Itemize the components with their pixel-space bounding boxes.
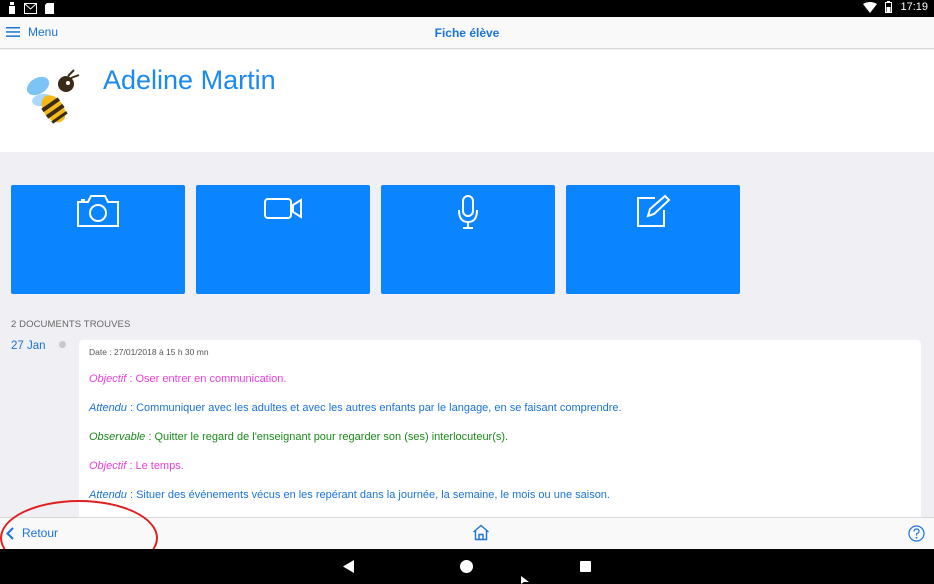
timeline-date-label: 27 Jan (11, 340, 46, 352)
photo-capture-button[interactable] (11, 185, 185, 294)
android-home-icon[interactable] (460, 560, 473, 573)
audio-capture-button[interactable] (381, 185, 555, 294)
document-line-observable: Observable : Quitter le regard de l'ense… (89, 431, 509, 443)
chevron-left-icon (6, 526, 14, 540)
home-icon[interactable] (472, 524, 490, 541)
top-navigation-bar: Menu Fiche élève (0, 17, 934, 49)
video-capture-button[interactable] (196, 185, 370, 294)
alarm-icon (9, 2, 15, 14)
documents-count: 2 DOCUMENTS TROUVES (11, 319, 131, 330)
camera-icon (77, 195, 119, 227)
android-back-icon[interactable] (343, 560, 354, 573)
student-name: Adeline Martin (103, 65, 276, 95)
back-label: Retour (22, 526, 59, 540)
mouse-cursor-icon (521, 576, 529, 584)
capture-tiles (11, 185, 740, 294)
status-time: 17:19 (900, 1, 928, 13)
document-line-attendu: Attendu : Communiquer avec les adultes e… (89, 402, 622, 414)
document-line-attendu: Attendu : Situer des événements vécus en… (89, 489, 610, 501)
document-date: Date : 27/01/2018 à 15 h 30 mn (89, 347, 209, 357)
document-line-objectif: Objectif : Le temps. (89, 460, 184, 472)
microphone-icon (458, 195, 478, 229)
android-navigation-bar (0, 549, 934, 584)
android-recent-apps-icon[interactable] (580, 561, 591, 572)
wifi-icon (863, 1, 878, 13)
note-capture-button[interactable] (566, 185, 740, 294)
video-icon (264, 198, 302, 219)
help-icon[interactable] (908, 525, 925, 542)
bottom-toolbar: Retour (0, 517, 934, 549)
page-title: Fiche élève (434, 26, 500, 40)
status-bar: 17:19 (0, 0, 934, 17)
timeline-dot (59, 341, 66, 348)
mail-icon (24, 2, 37, 14)
battery-icon (885, 1, 893, 13)
document-line-objectif: Objectif : Oser entrer en communication. (89, 373, 287, 385)
student-header: Adeline Martin (0, 50, 934, 152)
edit-note-icon (637, 194, 671, 227)
bee-avatar-icon (26, 69, 80, 124)
back-button[interactable]: Retour (6, 526, 58, 540)
document-card[interactable]: Date : 27/01/2018 à 15 h 30 mn Objectif … (79, 340, 921, 520)
sd-card-icon (45, 2, 54, 14)
